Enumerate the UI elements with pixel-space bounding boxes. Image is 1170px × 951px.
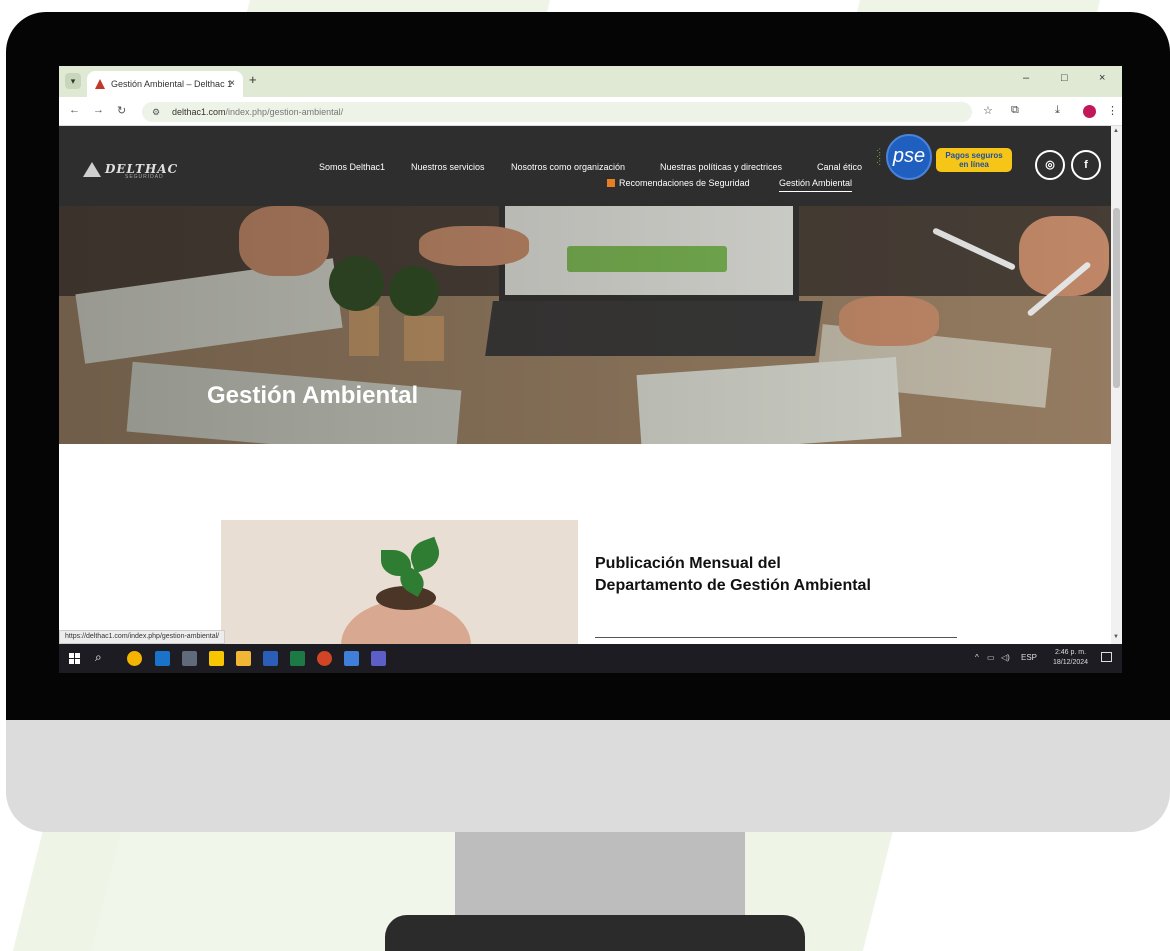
notification-center-icon[interactable] <box>1101 652 1112 662</box>
monitor-screen: ▾ Gestión Ambiental – Delthac 1 × + – □ … <box>59 66 1122 673</box>
gift-icon <box>607 179 615 187</box>
publication-title-line2: Departamento de Gestión Ambiental <box>595 577 871 594</box>
network-icon[interactable]: ▭ <box>987 653 995 662</box>
facebook-icon[interactable]: f <box>1071 150 1101 180</box>
monitor-base <box>385 915 805 951</box>
photos-icon[interactable] <box>344 651 359 666</box>
windows-taskbar: ⌕ ^ ▭ ◁) ESP 2:46 p. m. 18/12/2024 <box>59 644 1122 673</box>
taskbar-search-icon[interactable]: ⌕ <box>95 650 102 665</box>
instagram-icon[interactable]: ◎ <box>1035 150 1065 180</box>
back-icon[interactable]: ← <box>69 104 80 116</box>
hero-title: Gestión Ambiental <box>207 382 419 409</box>
pse-logo[interactable]: pse <box>886 134 932 180</box>
excel-icon[interactable] <box>290 651 305 666</box>
teams-icon[interactable] <box>371 651 386 666</box>
powerpoint-icon[interactable] <box>317 651 332 666</box>
browser-tab[interactable]: Gestión Ambiental – Delthac 1 × <box>87 71 243 97</box>
nav-recomendaciones-seguridad[interactable]: Recomendaciones de Seguridad <box>607 178 750 188</box>
clock-date: 18/12/2024 <box>1053 659 1089 666</box>
calculator-icon[interactable] <box>182 651 197 666</box>
bookmark-star-icon[interactable]: ☆ <box>983 104 993 117</box>
site-info-icon[interactable]: ⚙ <box>152 102 160 122</box>
content-divider <box>595 637 957 638</box>
pse-pill-line2: en línea <box>959 160 989 169</box>
hero-banner: Gestión Ambiental <box>59 206 1111 444</box>
scroll-thumb[interactable] <box>1113 208 1120 388</box>
windows-start-icon[interactable] <box>69 653 80 664</box>
site-favicon-icon <box>95 79 105 89</box>
pse-payments-button[interactable]: Pagos seguros en línea <box>936 148 1012 172</box>
reload-icon[interactable]: ↻ <box>117 104 126 117</box>
word-icon[interactable] <box>263 651 278 666</box>
nav-gestion-ambiental[interactable]: Gestión Ambiental <box>779 178 853 192</box>
link-status-bubble: https://delthac1.com/index.php/gestion-a… <box>59 630 226 644</box>
url-path: /index.php/gestion-ambiental/ <box>225 107 344 117</box>
downloads-icon[interactable]: ⤓ <box>1055 104 1060 117</box>
taskbar-clock[interactable]: 2:46 p. m. 18/12/2024 <box>1053 648 1088 668</box>
tab-search-chevron-icon[interactable]: ▾ <box>65 73 81 89</box>
publication-title: Publicación Mensual del Departamento de … <box>595 553 955 597</box>
new-tab-icon[interactable]: + <box>249 72 257 87</box>
nav-nuestros-servicios[interactable]: Nuestros servicios <box>411 162 485 172</box>
pse-dots-icon: ·: ·: ·: <box>876 146 881 167</box>
profile-avatar[interactable] <box>1083 105 1096 118</box>
pse-pill-line1: Pagos seguros <box>945 151 1003 160</box>
page-scrollbar[interactable]: ▲ ▼ <box>1111 126 1122 644</box>
browser-menu-icon[interactable]: ⋮ <box>1107 104 1118 117</box>
scroll-down-icon[interactable]: ▼ <box>1113 634 1119 640</box>
sticky-notes-icon[interactable] <box>209 651 224 666</box>
clock-time: 2:46 p. m. <box>1054 649 1087 656</box>
forward-icon[interactable]: → <box>93 104 104 116</box>
logo-subtext: SEGURIDAD <box>125 174 164 180</box>
site-header: DELTHAC SEGURIDAD Somos Delthac1 Nuestro… <box>59 126 1111 206</box>
maximize-icon[interactable]: □ <box>1061 72 1068 84</box>
address-bar[interactable]: ⚙ delthac1.com/index.php/gestion-ambient… <box>142 102 972 122</box>
tab-close-icon[interactable]: × <box>229 71 235 97</box>
browser-tab-strip: ▾ Gestión Ambiental – Delthac 1 × + – □ … <box>59 66 1122 97</box>
nav-recomendaciones-label: Recomendaciones de Seguridad <box>619 178 750 188</box>
site-logo[interactable]: DELTHAC SEGURIDAD <box>83 162 179 180</box>
close-window-icon[interactable]: × <box>1099 72 1105 84</box>
publication-title-line1: Publicación Mensual del <box>595 555 781 572</box>
logo-mark-icon <box>83 162 101 177</box>
scroll-up-icon[interactable]: ▲ <box>1113 128 1119 134</box>
extensions-icon[interactable]: ⧉ <box>1011 104 1019 117</box>
nav-nosotros-como-organizacion[interactable]: Nosotros como organización <box>511 162 625 172</box>
browser-toolbar: ← → ↻ ⚙ delthac1.com/index.php/gestion-a… <box>59 97 1122 126</box>
outlook-icon[interactable] <box>155 651 170 666</box>
nav-somos-delthac1[interactable]: Somos Delthac1 <box>319 162 385 172</box>
nav-politicas-directrices[interactable]: Nuestras políticas y directrices <box>660 162 782 172</box>
tab-title: Gestión Ambiental – Delthac 1 <box>111 79 233 89</box>
volume-icon[interactable]: ◁) <box>1001 653 1010 662</box>
tray-chevron-icon[interactable]: ^ <box>975 653 979 662</box>
minimize-icon[interactable]: – <box>1023 72 1029 84</box>
nav-canal-etico[interactable]: Canal ético <box>817 162 862 172</box>
url-host: delthac1.com <box>172 107 226 117</box>
language-indicator[interactable]: ESP <box>1021 653 1037 662</box>
chrome-icon[interactable] <box>127 651 142 666</box>
file-explorer-icon[interactable] <box>236 651 251 666</box>
